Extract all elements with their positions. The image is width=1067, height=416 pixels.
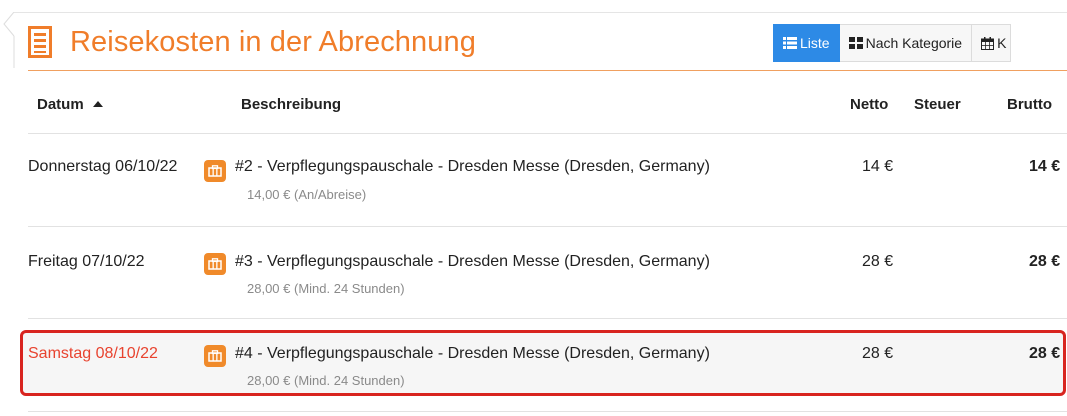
row-brutto: 28 €: [1029, 253, 1061, 270]
column-header-datum-label: Datum: [37, 96, 84, 113]
column-header-brutto[interactable]: Brutto: [1007, 96, 1052, 113]
row-date: Samstag 08/10/22: [28, 345, 158, 362]
briefcase-icon[interactable]: [204, 345, 226, 367]
tab-nach-kategorie[interactable]: Nach Kategorie: [839, 24, 973, 62]
sort-ascending-icon: [92, 101, 103, 107]
row-sub-amount: 28,00 € (Mind. 24 Stunden): [247, 373, 405, 388]
column-header-datum[interactable]: Datum: [37, 96, 103, 113]
row-description[interactable]: #2 - Verpflegungspauschale - Dresden Mes…: [235, 158, 710, 176]
row-sub-amount: 14,00 € (An/Abreise): [247, 187, 367, 202]
row-description[interactable]: #4 - Verpflegungspauschale - Dresden Mes…: [235, 345, 710, 363]
tab-liste[interactable]: Liste: [773, 24, 840, 62]
row-date: Freitag 07/10/22: [28, 253, 145, 270]
column-header-netto[interactable]: Netto: [850, 96, 888, 113]
highlighted-row[interactable]: [20, 330, 1066, 396]
row-divider: [28, 318, 1067, 319]
tab-kalender-label: K: [997, 35, 1007, 51]
row-date: Donnerstag 06/10/22: [28, 158, 178, 175]
panel-notch: [3, 12, 15, 68]
column-header-steuer[interactable]: Steuer: [914, 96, 961, 113]
view-switcher: Liste Nach Kategorie K: [773, 24, 1012, 62]
column-header-beschreibung[interactable]: Beschreibung: [241, 96, 341, 113]
page-title: Reisekosten in der Abrechnung: [70, 26, 476, 58]
list-icon: [783, 37, 797, 49]
row-brutto: 28 €: [1029, 345, 1061, 362]
row-brutto: 14 €: [1029, 158, 1061, 175]
row-sub-amount: 28,00 € (Mind. 24 Stunden): [247, 281, 405, 296]
tab-liste-label: Liste: [800, 35, 830, 51]
title-divider: [28, 70, 1067, 71]
row-divider: [28, 411, 1067, 412]
row-netto: 14 €: [862, 158, 894, 175]
header-divider: [28, 133, 1067, 134]
panel-top-border: [14, 12, 1067, 13]
receipt-icon: [28, 26, 52, 58]
tab-kalender[interactable]: K: [972, 24, 1012, 62]
calendar-icon: [981, 36, 995, 50]
row-divider: [28, 226, 1067, 227]
briefcase-icon[interactable]: [204, 160, 226, 182]
row-description[interactable]: #3 - Verpflegungspauschale - Dresden Mes…: [235, 253, 710, 271]
grid-icon: [848, 37, 863, 49]
row-netto: 28 €: [862, 345, 894, 362]
row-netto: 28 €: [862, 253, 894, 270]
tab-nach-kategorie-label: Nach Kategorie: [865, 35, 963, 51]
briefcase-icon[interactable]: [204, 253, 226, 275]
